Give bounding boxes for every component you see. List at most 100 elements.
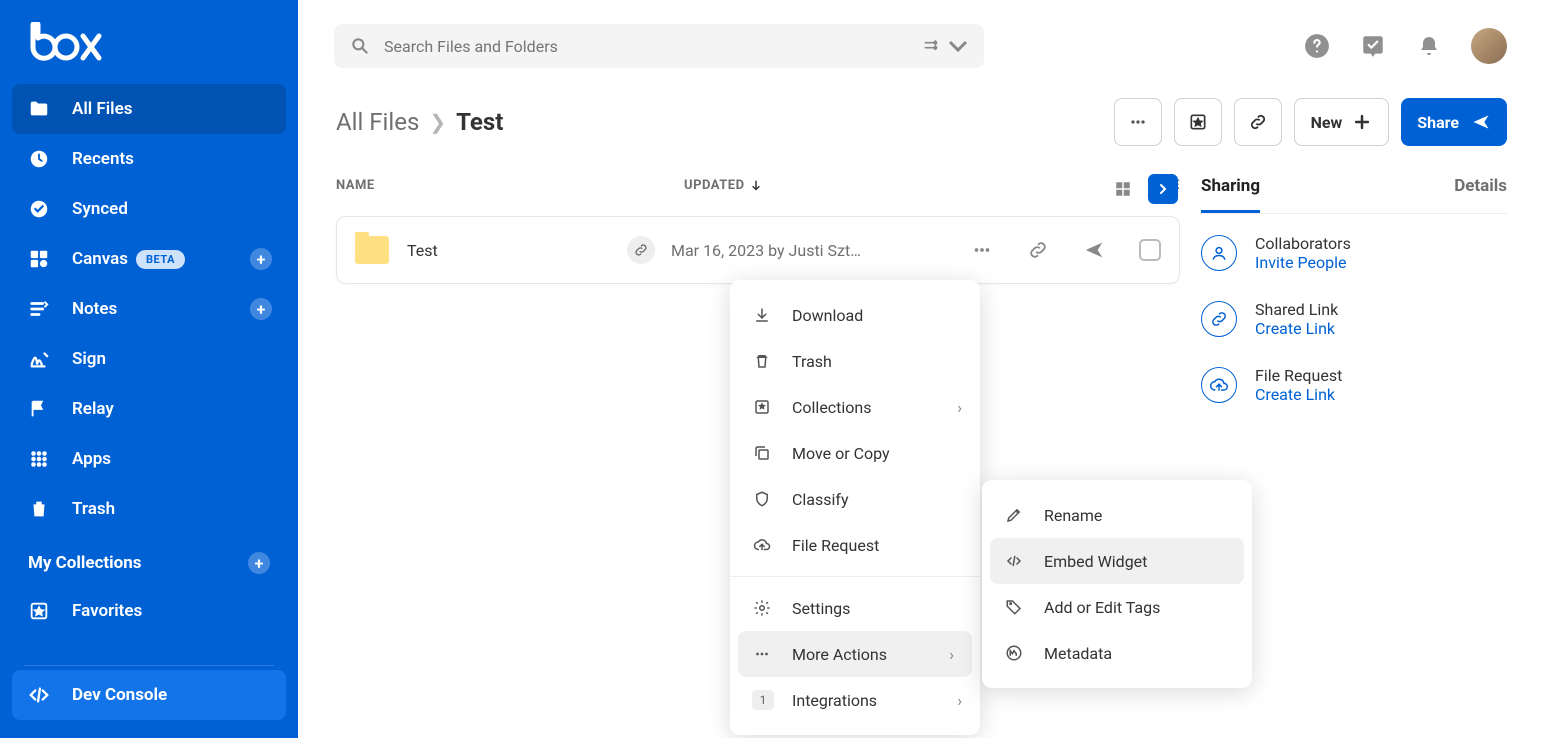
notifications-button[interactable]	[1415, 32, 1443, 60]
code-icon	[28, 684, 50, 706]
menu-collections[interactable]: Collections›	[730, 384, 980, 430]
share-button[interactable]: Share	[1401, 98, 1507, 146]
collections-label: My Collections	[28, 553, 142, 573]
chevron-right-icon: ❯	[429, 110, 446, 134]
tag-icon	[1004, 598, 1024, 616]
sidebar-item-label: Canvas	[72, 249, 128, 269]
submenu-embed-widget[interactable]: Embed Widget	[990, 538, 1244, 584]
add-collection-button[interactable]: +	[248, 552, 270, 574]
sidebar-item-sign[interactable]: Sign	[12, 334, 286, 384]
search-icon	[350, 36, 370, 56]
sidebar: All Files Recents Synced Canvas BETA + N…	[0, 0, 298, 738]
ellipsis-icon	[752, 645, 772, 663]
shared-link-section: Shared Link Create Link	[1201, 300, 1507, 338]
collections-header: My Collections +	[0, 534, 298, 586]
trash-icon	[752, 352, 772, 370]
search-bar[interactable]	[334, 24, 984, 68]
file-request-create-link[interactable]: Create Link	[1255, 385, 1342, 404]
sidebar-item-trash[interactable]: Trash	[12, 484, 286, 534]
search-filter-button[interactable]	[922, 36, 968, 56]
details-panel: Sharing Details Collaborators Invite Peo…	[1201, 176, 1507, 404]
grid-view-button[interactable]	[1108, 174, 1138, 204]
row-checkbox[interactable]	[1139, 239, 1161, 261]
chevron-right-icon: ›	[957, 398, 962, 417]
table-row[interactable]: Test Mar 16, 2023 by Justi Szt…	[336, 216, 1180, 284]
sidebar-item-all-files[interactable]: All Files	[12, 84, 286, 134]
menu-separator	[730, 576, 980, 577]
folder-icon	[28, 98, 50, 120]
cloud-upload-icon	[1201, 367, 1237, 403]
add-note-button[interactable]: +	[250, 298, 272, 320]
user-avatar[interactable]	[1471, 28, 1507, 64]
shared-link-label: Shared Link	[1255, 300, 1338, 319]
breadcrumb: All Files ❯ Test	[336, 108, 503, 136]
new-button[interactable]: New	[1294, 98, 1390, 146]
create-link-link[interactable]: Create Link	[1255, 319, 1338, 338]
link-icon	[1201, 301, 1237, 337]
sidebar-item-recents[interactable]: Recents	[12, 134, 286, 184]
submenu-metadata[interactable]: Metadata	[982, 630, 1252, 676]
sidebar-item-label: Notes	[72, 299, 117, 319]
row-name[interactable]: Test	[407, 241, 627, 260]
help-button[interactable]	[1303, 32, 1331, 60]
metadata-icon	[1004, 644, 1024, 662]
menu-download[interactable]: Download	[730, 292, 980, 338]
box-logo[interactable]	[0, 0, 298, 84]
menu-trash[interactable]: Trash	[730, 338, 980, 384]
sidebar-item-label: Synced	[72, 199, 128, 219]
shield-icon	[752, 490, 772, 508]
submenu-tags[interactable]: Add or Edit Tags	[982, 584, 1252, 630]
dev-console-button[interactable]: Dev Console	[12, 670, 286, 720]
header	[298, 0, 1543, 92]
submenu-rename[interactable]: Rename	[982, 492, 1252, 538]
menu-settings[interactable]: Settings	[730, 585, 980, 631]
apps-icon	[28, 448, 50, 470]
star-box-icon	[752, 398, 772, 416]
sidebar-item-relay[interactable]: Relay	[12, 384, 286, 434]
row-more-button[interactable]	[971, 239, 993, 261]
trash-icon	[28, 498, 50, 520]
menu-classify[interactable]: Classify	[730, 476, 980, 522]
tab-details[interactable]: Details	[1454, 176, 1507, 213]
tab-sharing[interactable]: Sharing	[1201, 176, 1260, 213]
search-input[interactable]	[384, 37, 922, 56]
details-panel-toggle[interactable]	[1148, 174, 1178, 204]
row-link-button[interactable]	[1027, 239, 1049, 261]
sidebar-item-favorites[interactable]: Favorites	[12, 586, 286, 636]
menu-more-actions[interactable]: More Actions›	[738, 631, 972, 677]
sidebar-item-label: Recents	[72, 149, 134, 169]
chevron-right-icon: ›	[957, 691, 962, 710]
sidebar-item-label: Apps	[72, 449, 111, 469]
shared-link-chip[interactable]	[627, 236, 655, 264]
collections-button[interactable]	[1174, 98, 1222, 146]
divider	[24, 665, 274, 666]
menu-move-copy[interactable]: Move or Copy	[730, 430, 980, 476]
menu-file-request[interactable]: File Request	[730, 522, 980, 568]
sidebar-item-synced[interactable]: Synced	[12, 184, 286, 234]
sidebar-item-label: Trash	[72, 499, 115, 519]
row-share-button[interactable]	[1083, 239, 1105, 261]
relay-icon	[28, 398, 50, 420]
link-button[interactable]	[1234, 98, 1282, 146]
sidebar-item-canvas[interactable]: Canvas BETA +	[12, 234, 286, 284]
dev-console-label: Dev Console	[72, 685, 167, 705]
notes-icon	[28, 298, 50, 320]
copy-icon	[752, 444, 772, 462]
sidebar-item-apps[interactable]: Apps	[12, 434, 286, 484]
chevron-right-icon: ›	[949, 645, 954, 664]
sidebar-item-notes[interactable]: Notes +	[12, 284, 286, 334]
sidebar-item-label: Relay	[72, 399, 114, 419]
more-options-button[interactable]	[1114, 98, 1162, 146]
add-canvas-button[interactable]: +	[250, 248, 272, 270]
menu-integrations[interactable]: 1Integrations›	[730, 677, 980, 723]
gear-icon	[752, 599, 772, 617]
breadcrumb-current: Test	[456, 108, 503, 136]
file-request-section: File Request Create Link	[1201, 366, 1507, 404]
collaborators-label: Collaborators	[1255, 234, 1351, 253]
invite-people-link[interactable]: Invite People	[1255, 253, 1351, 272]
integrations-count: 1	[752, 690, 774, 710]
column-updated[interactable]: UPDATED	[684, 178, 924, 193]
tasks-button[interactable]	[1359, 32, 1387, 60]
breadcrumb-root[interactable]: All Files	[336, 108, 419, 136]
column-name[interactable]: NAME	[336, 178, 684, 193]
